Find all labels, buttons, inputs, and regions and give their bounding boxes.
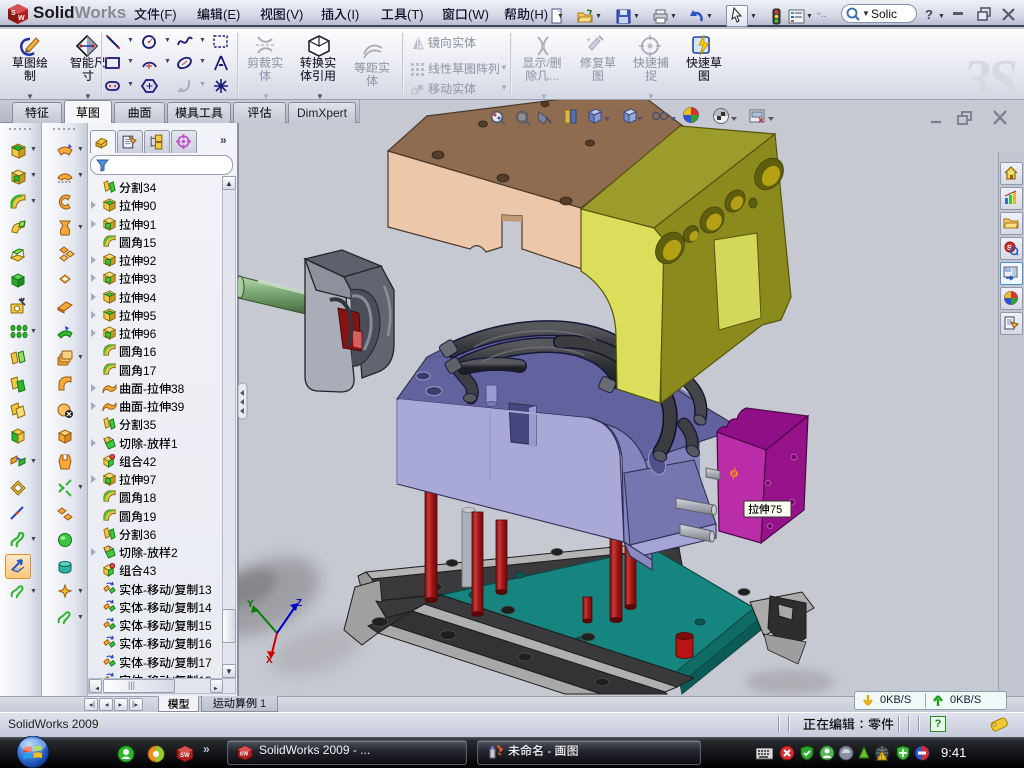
svg-text:SW: SW (240, 752, 250, 758)
svg-text:SW: SW (180, 753, 190, 759)
